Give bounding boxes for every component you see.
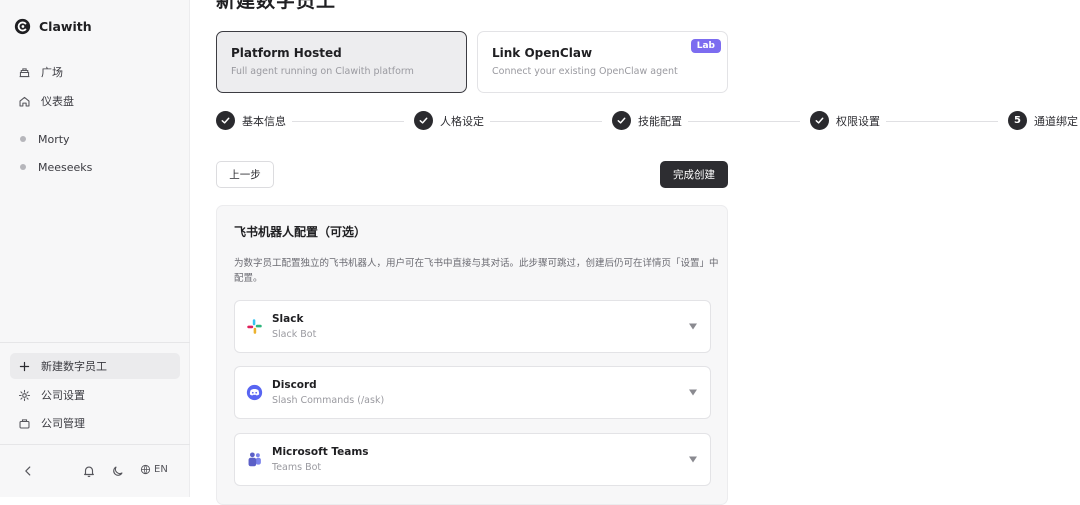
panel-title: 飞书机器人配置（可选） — [234, 225, 367, 239]
sidebar-item-label: 公司设置 — [41, 389, 85, 402]
previous-step-button[interactable]: 上一步 — [216, 161, 274, 188]
sidebar-item-agent-morty[interactable]: Morty — [10, 126, 180, 152]
mode-card-platform-hosted[interactable]: Platform Hosted Full agent running on Cl… — [216, 31, 467, 93]
channel-slack[interactable]: Slack Slack Bot — [234, 300, 711, 353]
mode-title: Link OpenClaw — [492, 46, 593, 60]
sidebar-item-dashboard[interactable]: 仪表盘 — [10, 88, 180, 114]
agent-status-dot — [20, 136, 26, 142]
step-permissions[interactable]: 权限设置 — [810, 111, 880, 130]
sidebar-item-label: Meeseeks — [38, 160, 93, 174]
briefcase-icon — [19, 418, 30, 428]
check-icon — [617, 117, 626, 124]
channel-discord[interactable]: Discord Slash Commands (/ask) — [234, 366, 711, 419]
wizard-stepper: 基本信息 人格设定 技能配置 权限设置 5 通道绑定 — [216, 111, 1078, 133]
channel-name: Microsoft Teams — [272, 446, 369, 458]
channel-microsoft-teams[interactable]: Microsoft Teams Teams Bot — [234, 433, 711, 486]
step-persona[interactable]: 人格设定 — [414, 111, 484, 130]
step-done-indicator — [810, 111, 829, 130]
caret-down-icon — [689, 323, 697, 330]
channel-subtitle: Slack Bot — [272, 329, 317, 340]
caret-down-icon — [689, 389, 697, 396]
sidebar-item-plaza[interactable]: 广场 — [10, 59, 180, 85]
sidebar-item-label: 仪表盘 — [41, 95, 74, 108]
collapse-sidebar-icon[interactable] — [21, 464, 35, 478]
page-title: 新建数字员工 — [216, 0, 337, 12]
discord-icon — [246, 384, 263, 401]
step-connector — [886, 121, 998, 122]
check-icon — [221, 117, 230, 124]
gear-icon — [18, 389, 31, 401]
step-label: 通道绑定 — [1034, 114, 1078, 128]
step-done-indicator — [216, 111, 235, 130]
lab-badge: Lab — [690, 39, 721, 53]
slack-icon — [247, 319, 262, 334]
clawith-logo-icon — [14, 18, 31, 34]
brand[interactable]: Clawith — [14, 15, 92, 37]
plaza-icon — [19, 67, 30, 77]
bell-icon[interactable] — [82, 464, 96, 478]
step-connector — [688, 121, 800, 122]
step-done-indicator — [612, 111, 631, 130]
step-done-indicator — [414, 111, 433, 130]
plus-icon — [19, 361, 30, 371]
channel-subtitle: Teams Bot — [272, 462, 322, 473]
mode-card-link-openclaw[interactable]: Link OpenClaw Connect your existing Open… — [477, 31, 728, 93]
brand-name: Clawith — [39, 18, 92, 34]
moon-icon[interactable] — [111, 464, 125, 478]
step-label: 基本信息 — [242, 114, 286, 128]
step-label: 权限设置 — [836, 114, 880, 128]
sidebar-divider — [0, 444, 190, 445]
sidebar-item-company-admin[interactable]: 公司管理 — [10, 410, 180, 436]
channel-subtitle: Slash Commands (/ask) — [272, 395, 385, 406]
step-number: 5 — [1008, 111, 1027, 130]
step-label: 人格设定 — [440, 114, 484, 128]
language-switch[interactable]: EN — [140, 464, 168, 475]
step-channel-binding[interactable]: 5 通道绑定 — [1008, 111, 1078, 130]
check-icon — [419, 117, 428, 124]
caret-down-icon — [689, 456, 697, 463]
step-label: 技能配置 — [638, 114, 682, 128]
sidebar-item-label: 新建数字员工 — [41, 360, 107, 373]
home-icon — [19, 96, 30, 106]
sidebar-item-new-agent[interactable]: 新建数字员工 — [10, 353, 180, 379]
channel-config-panel: 飞书机器人配置（可选） 为数字员工配置独立的飞书机器人，用户可在飞书中直接与其对… — [216, 205, 728, 505]
mode-title: Platform Hosted — [231, 46, 342, 60]
step-connector — [292, 121, 404, 122]
main-content: 新建数字员工 Platform Hosted Full agent runnin… — [190, 0, 1080, 505]
sidebar-item-label: 广场 — [41, 66, 63, 79]
step-connector — [490, 121, 602, 122]
step-basic-info[interactable]: 基本信息 — [216, 111, 286, 130]
sidebar-divider — [0, 342, 190, 343]
sidebar-item-label: 公司管理 — [41, 417, 85, 430]
sidebar-item-agent-meeseeks[interactable]: Meeseeks — [10, 154, 180, 180]
sidebar-item-label: Morty — [38, 132, 70, 146]
sidebar: Clawith 广场 仪表盘 Morty Meeseeks 新建数字员工 公司设… — [0, 0, 190, 497]
finish-create-button[interactable]: 完成创建 — [660, 161, 728, 188]
agent-status-dot — [20, 164, 26, 170]
sidebar-item-company-settings[interactable]: 公司设置 — [10, 382, 180, 408]
sidebar-footer: EN — [0, 459, 190, 485]
step-skills[interactable]: 技能配置 — [612, 111, 682, 130]
language-label: EN — [154, 464, 168, 475]
channel-name: Slack — [272, 313, 304, 325]
channel-name: Discord — [272, 379, 317, 391]
panel-description: 为数字员工配置独立的飞书机器人，用户可在飞书中直接与其对话。此步骤可跳过，创建后… — [234, 258, 719, 284]
mode-description: Connect your existing OpenClaw agent — [492, 66, 678, 77]
globe-icon — [140, 464, 151, 475]
mode-description: Full agent running on Clawith platform — [231, 66, 414, 77]
teams-icon — [248, 452, 261, 467]
check-icon — [815, 117, 824, 124]
